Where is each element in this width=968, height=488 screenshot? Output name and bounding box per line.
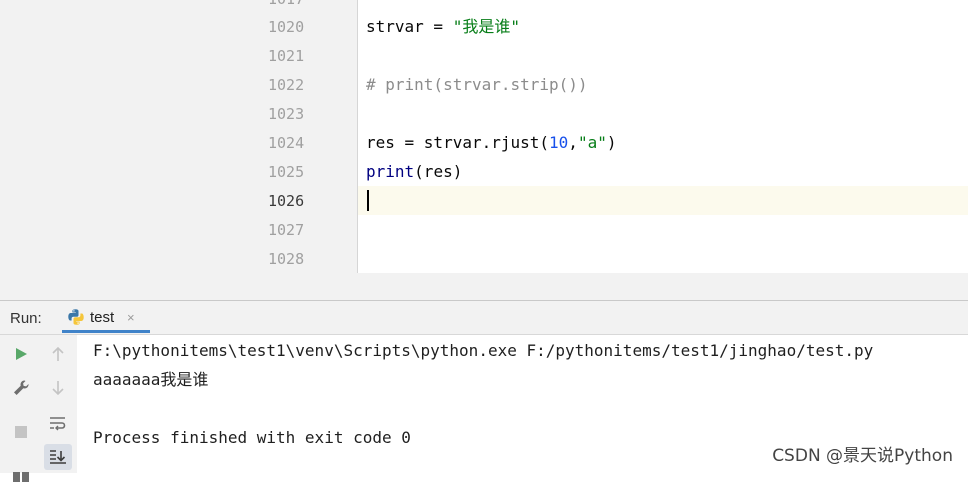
down-arrow-icon[interactable] xyxy=(45,375,71,401)
tab-label: test xyxy=(90,309,115,326)
python-icon xyxy=(67,308,85,326)
line-number: 1027 xyxy=(268,221,305,239)
run-label: Run: xyxy=(10,310,42,327)
wrench-icon[interactable] xyxy=(8,375,34,401)
watermark: CSDN @景天说Python xyxy=(772,446,953,466)
console-line: aaaaaaa我是谁 xyxy=(93,370,209,389)
stop-icon[interactable] xyxy=(8,419,34,445)
editor-bottom-gap xyxy=(261,273,968,300)
code-token: (res) xyxy=(414,162,463,181)
code-token: strvar = xyxy=(366,17,453,36)
close-icon[interactable]: × xyxy=(127,310,135,325)
line-number: 1028 xyxy=(268,250,305,268)
layout-icon[interactable] xyxy=(8,462,34,488)
line-number: 1023 xyxy=(268,105,305,123)
scroll-to-end-icon[interactable] xyxy=(44,444,72,470)
active-tab-indicator xyxy=(62,330,150,333)
line-number: 1020 xyxy=(268,18,305,36)
string-literal: "我是谁" xyxy=(452,17,520,36)
builtin-function: print xyxy=(366,162,415,181)
line-number-current: 1026 xyxy=(268,192,305,210)
console-line: Process finished with exit code 0 xyxy=(93,428,411,447)
text-caret xyxy=(367,190,369,211)
line-number: 1017 xyxy=(268,0,318,9)
number-literal: 10 xyxy=(549,133,569,152)
line-number: 1021 xyxy=(268,47,305,65)
code-line[interactable]: print(res) xyxy=(366,162,462,182)
editor-left-strip xyxy=(0,0,261,300)
line-number: 1025 xyxy=(268,163,305,181)
code-token: , xyxy=(568,133,578,152)
code-token: res = strvar.rjust( xyxy=(366,133,550,152)
line-number: 1022 xyxy=(268,76,305,94)
soft-wrap-icon[interactable] xyxy=(45,410,71,436)
code-line[interactable]: strvar = "我是谁" xyxy=(366,17,520,37)
console-line: F:\pythonitems\test1\venv\Scripts\python… xyxy=(93,341,874,360)
up-arrow-icon[interactable] xyxy=(45,341,71,367)
string-literal: "a" xyxy=(577,133,607,152)
run-icon[interactable] xyxy=(8,341,34,367)
code-line-comment[interactable]: # print(strvar.strip()) xyxy=(366,75,588,95)
code-line[interactable]: res = strvar.rjust(10,"a") xyxy=(366,133,616,153)
code-token: ) xyxy=(606,133,617,152)
line-number: 1024 xyxy=(268,134,305,152)
current-line-highlight xyxy=(358,186,968,215)
